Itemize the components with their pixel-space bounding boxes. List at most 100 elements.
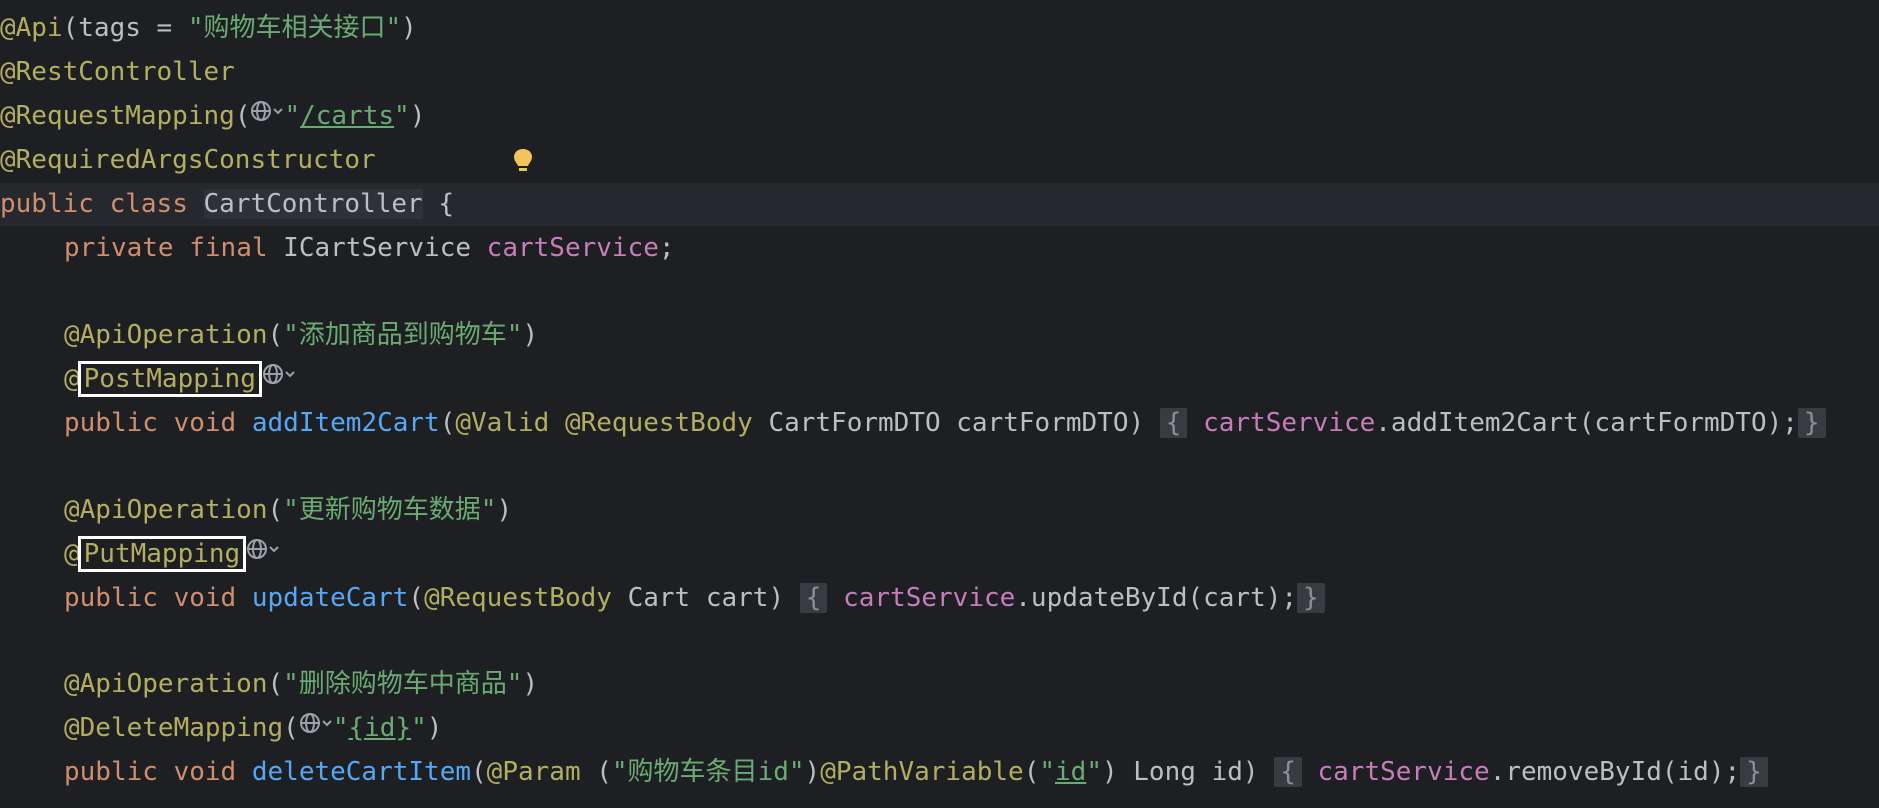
globe-dropdown-icon[interactable]	[250, 95, 284, 138]
code-line-required-args[interactable]: @RequiredArgsConstructor	[0, 139, 1879, 182]
code-line-api-operation[interactable]: @ApiOperation("更新购物车数据")	[0, 489, 1879, 532]
field-reference: cartService	[843, 583, 1016, 613]
globe-dropdown-icon[interactable]	[299, 707, 333, 750]
folded-brace-close[interactable]: }	[1797, 408, 1826, 438]
folded-brace-open[interactable]: {	[799, 583, 828, 613]
punctuation: (	[1023, 757, 1040, 787]
highlighted-post-mapping[interactable]: PostMapping	[77, 361, 262, 397]
punctuation: (	[267, 495, 284, 525]
punctuation: )	[401, 13, 417, 43]
punctuation: (	[267, 669, 284, 699]
string-literal: "删除购物车中商品"	[283, 669, 523, 699]
code-editor[interactable]: @Api(tags = "购物车相关接口") @RestController @…	[0, 0, 1879, 808]
url-path[interactable]: {id}	[348, 713, 411, 743]
punctuation: )	[1101, 757, 1118, 787]
punctuation: )	[426, 713, 443, 743]
punctuation: (tags =	[62, 13, 188, 43]
method-name[interactable]: deleteCartItem	[252, 757, 471, 787]
keyword-final: final	[189, 233, 268, 263]
class-name[interactable]: CartController	[203, 189, 423, 219]
punctuation: (	[580, 757, 612, 787]
method-call: .updateById(cart);	[1015, 583, 1298, 613]
punctuation: (	[283, 713, 299, 743]
code-line-class-declaration[interactable]: public class CartController {	[0, 183, 1879, 226]
annotation-valid: @Valid	[455, 408, 550, 438]
annotation-delete-mapping: @DeleteMapping	[64, 713, 284, 743]
keyword-void: void	[173, 757, 237, 787]
punctuation: )	[804, 757, 821, 787]
string-quote: "	[1086, 757, 1102, 787]
punctuation: )	[1242, 757, 1259, 787]
code-line-method-signature[interactable]: public void deleteCartItem(@Param ("购物车条…	[0, 751, 1879, 794]
punctuation: (	[408, 583, 425, 613]
code-line-method-signature[interactable]: public void addItem2Cart(@Valid @Request…	[0, 402, 1879, 445]
highlighted-put-mapping[interactable]: PutMapping	[77, 536, 247, 572]
type-name: Cart	[627, 583, 691, 613]
field-name: cartService	[486, 233, 659, 263]
code-line-rest-controller[interactable]: @RestController	[0, 51, 1879, 94]
code-line-api-operation[interactable]: @ApiOperation("删除购物车中商品")	[0, 663, 1879, 706]
punctuation: )	[522, 669, 539, 699]
annotation-request-body: @RequestBody	[424, 583, 612, 613]
annotation-rest-controller: @RestController	[0, 57, 235, 87]
keyword-public: public	[64, 408, 158, 438]
punctuation: )	[496, 495, 513, 525]
punctuation: )	[768, 583, 785, 613]
code-line-api-tags[interactable]: @Api(tags = "购物车相关接口")	[0, 7, 1879, 50]
keyword-public: public	[64, 757, 158, 787]
punctuation: (	[439, 408, 456, 438]
parameter-name: cartFormDTO	[956, 408, 1129, 438]
code-line-field[interactable]: private final ICartService cartService;	[0, 227, 1879, 270]
keyword-void: void	[173, 583, 237, 613]
parameter-name: id	[1211, 757, 1243, 787]
punctuation: (	[471, 757, 487, 787]
annotation-path-variable: @PathVariable	[820, 757, 1024, 787]
annotation-request-mapping: @RequestMapping	[0, 101, 235, 131]
url-path[interactable]: /carts	[300, 101, 394, 131]
string-literal: "购物车相关接口"	[187, 13, 402, 43]
punctuation: )	[522, 320, 539, 350]
keyword-public: public	[64, 583, 158, 613]
method-name[interactable]: addItem2Cart	[252, 408, 440, 438]
folded-brace-close[interactable]: }	[1740, 757, 1768, 787]
string-quote: "	[332, 713, 349, 743]
keyword-private: private	[64, 233, 174, 263]
string-literal: "更新购物车数据"	[283, 495, 497, 525]
punctuation: )	[409, 101, 426, 131]
folded-brace-open[interactable]: {	[1159, 408, 1188, 438]
path-variable-name[interactable]: id	[1055, 757, 1086, 787]
punctuation: ;	[658, 233, 675, 263]
type-name: ICartService	[283, 233, 472, 263]
annotation-api-operation: @ApiOperation	[64, 320, 268, 350]
field-reference: cartService	[1203, 408, 1376, 438]
string-literal: id"	[757, 757, 805, 787]
punctuation: (	[267, 320, 284, 350]
annotation-api: @Api	[0, 13, 63, 43]
folded-brace-close[interactable]: }	[1297, 583, 1325, 613]
code-line-delete-mapping[interactable]: @DeleteMapping( "{id}")	[0, 707, 1879, 750]
code-line-put-mapping[interactable]: @ PutMapping	[0, 533, 1879, 576]
type-name: Long	[1133, 757, 1196, 787]
annotation-param: @Param	[486, 757, 581, 787]
method-name[interactable]: updateCart	[252, 583, 409, 613]
lightbulb-icon[interactable]	[512, 147, 534, 182]
keyword-public: public	[0, 189, 94, 219]
method-call: .addItem2Cart(cartFormDTO);	[1375, 408, 1798, 438]
code-line-post-mapping[interactable]: @ PostMapping	[0, 358, 1879, 401]
annotation-request-body: @RequestBody	[564, 408, 753, 438]
globe-dropdown-icon[interactable]	[246, 533, 280, 576]
code-line-method-signature[interactable]: public void updateCart(@RequestBody Cart…	[0, 577, 1879, 620]
folded-brace-open[interactable]: {	[1274, 757, 1302, 787]
parameter-name: cart	[705, 583, 769, 613]
method-call: .removeById(id);	[1489, 757, 1741, 787]
annotation-required-args-constructor: @RequiredArgsConstructor	[0, 145, 376, 175]
string-quote: "	[394, 101, 410, 131]
string-literal: "购物车条目	[611, 757, 758, 787]
string-quote: "	[284, 101, 301, 131]
annotation-api-operation: @ApiOperation	[64, 669, 268, 699]
code-line-request-mapping[interactable]: @RequestMapping( "/carts")	[0, 95, 1879, 138]
code-line-api-operation[interactable]: @ApiOperation("添加商品到购物车")	[0, 314, 1879, 357]
string-quote: "	[411, 713, 427, 743]
globe-dropdown-icon[interactable]	[262, 358, 296, 401]
punctuation: (	[234, 101, 251, 131]
